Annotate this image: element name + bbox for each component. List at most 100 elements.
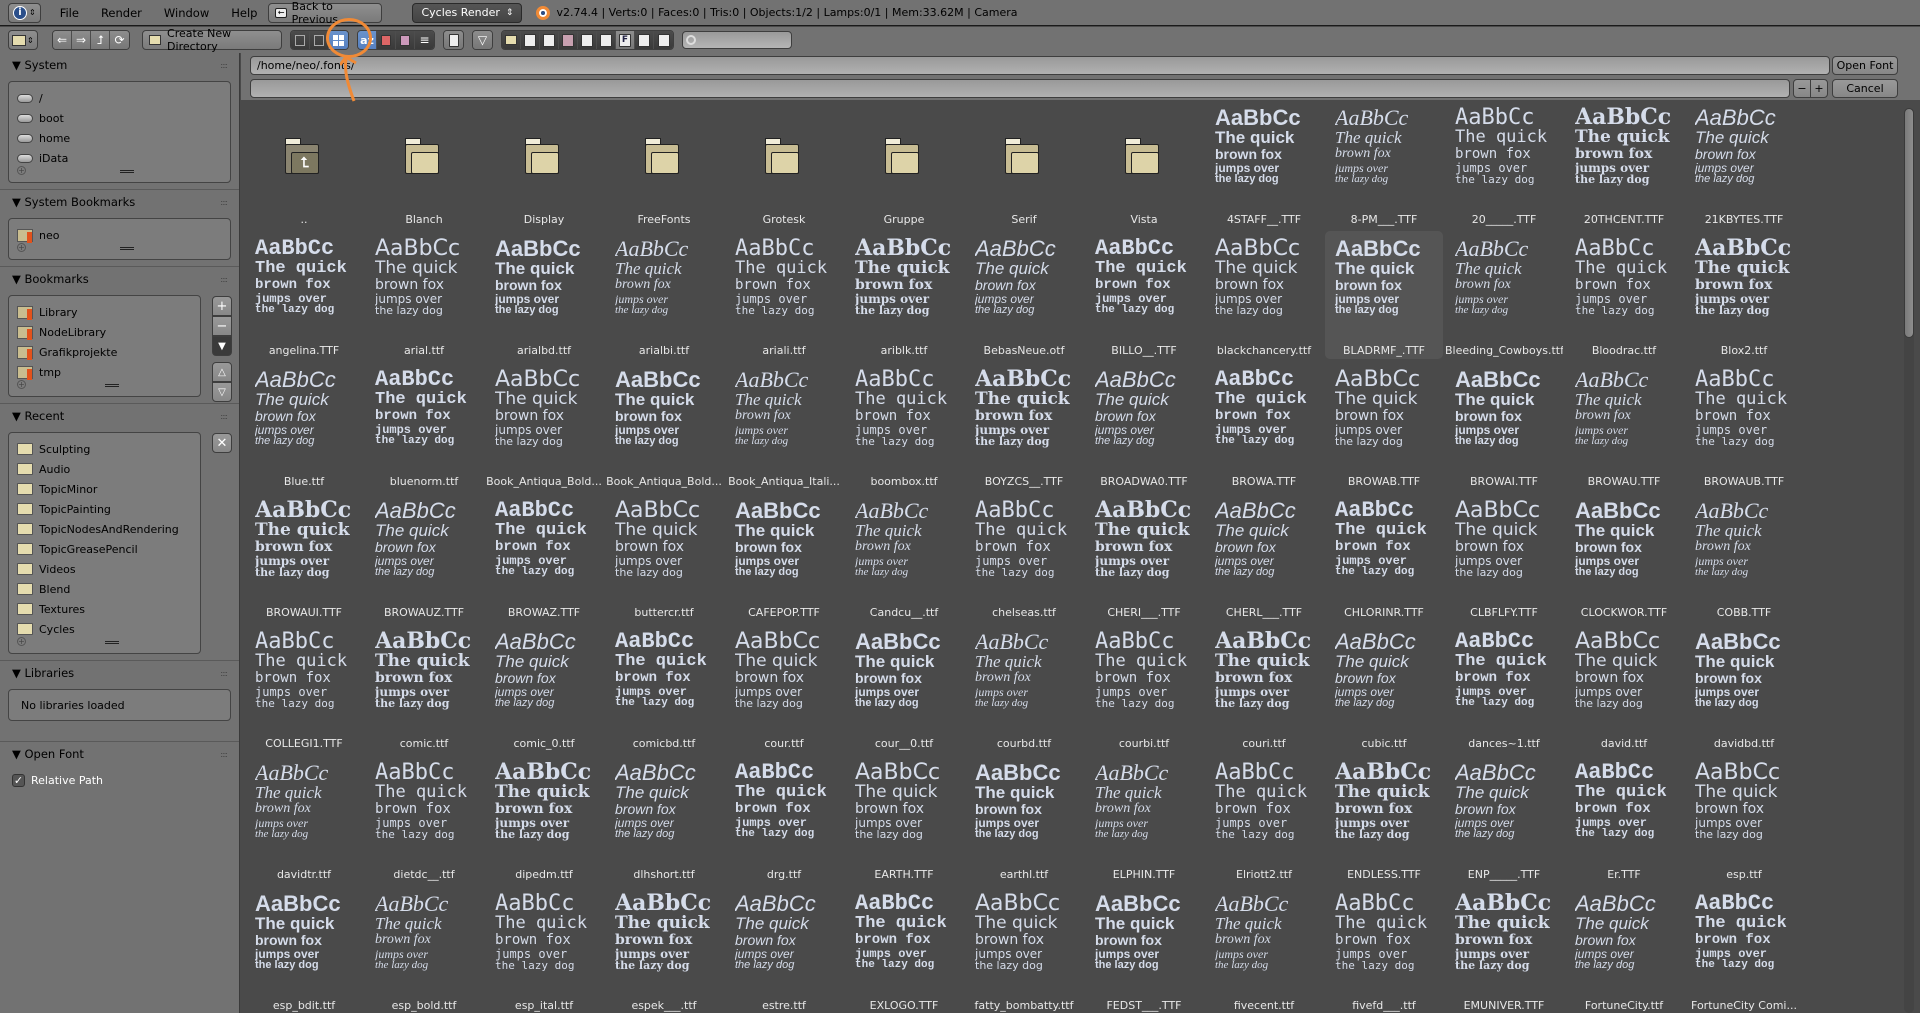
font-file-item[interactable]: AaBbCc The quick brown fox jumps over the la… — [965, 755, 1083, 883]
font-file-item[interactable]: AaBbCc The quick brown fox jumps over the la… — [1565, 231, 1683, 359]
font-file-item[interactable]: AaBbCc The quick brown fox jumps over the la… — [725, 362, 843, 490]
font-file-item[interactable]: AaBbCc The quick brown fox jumps over the la… — [485, 886, 603, 1013]
font-file-item[interactable]: AaBbCc The quick brown fox jumps over the la… — [1445, 231, 1563, 359]
font-file-item[interactable]: AaBbCc The quick brown fox jumps over the la… — [845, 231, 963, 359]
add-bookmark-button[interactable]: + — [212, 296, 232, 316]
font-file-item[interactable]: AaBbCc The quick brown fox jumps over the la… — [1565, 100, 1683, 228]
drag-grip-icon[interactable]: :::: — [220, 61, 228, 70]
font-file-item[interactable]: AaBbCc The quick brown fox jumps over the la… — [485, 493, 603, 621]
font-file-item[interactable]: AaBbCc The quick brown fox jumps over the la… — [1685, 886, 1803, 1013]
font-file-item[interactable]: AaBbCc The quick brown fox jumps over the la… — [1085, 755, 1203, 883]
filter-icon[interactable]: ▽ — [473, 31, 492, 49]
font-file-item[interactable]: AaBbCc The quick brown fox jumps over the la… — [965, 886, 1083, 1013]
filter-movie-icon[interactable] — [578, 31, 597, 49]
list-item[interactable]: TopicGreasePencil — [9, 539, 200, 559]
list-item[interactable]: / — [9, 88, 230, 108]
font-file-item[interactable]: AaBbCc The quick brown fox jumps over the la… — [1565, 493, 1683, 621]
list-item[interactable]: TopicMinor — [9, 479, 200, 499]
remove-bookmark-button[interactable]: − — [212, 316, 232, 336]
font-file-item[interactable]: AaBbCc The quick brown fox jumps over the la… — [1565, 362, 1683, 490]
font-file-item[interactable]: AaBbCc The quick brown fox jumps over the la… — [245, 493, 363, 621]
drag-grip-icon[interactable]: :::: — [220, 412, 228, 421]
font-file-item[interactable]: AaBbCc The quick brown fox jumps over the la… — [1325, 100, 1443, 228]
font-file-item[interactable]: AaBbCc The quick brown fox jumps over the la… — [1685, 231, 1803, 359]
filename-field[interactable] — [250, 79, 1790, 98]
font-file-item[interactable]: AaBbCc The quick brown fox jumps over the la… — [1685, 362, 1803, 490]
font-file-item[interactable]: AaBbCc The quick brown fox jumps over the la… — [1565, 886, 1683, 1013]
font-file-item[interactable]: AaBbCc The quick brown fox jumps over the la… — [1325, 362, 1443, 490]
font-file-item[interactable]: AaBbCc The quick brown fox jumps over the la… — [1205, 755, 1323, 883]
font-file-item[interactable]: AaBbCc The quick brown fox jumps over the la… — [1205, 624, 1323, 752]
font-file-item[interactable]: AaBbCc The quick brown fox jumps over the la… — [1445, 100, 1563, 228]
list-item[interactable]: neo — [9, 225, 230, 245]
font-file-item[interactable]: AaBbCc The quick brown fox jumps over the la… — [845, 362, 963, 490]
folder-item[interactable]: Blanch — [365, 100, 483, 228]
font-file-item[interactable]: AaBbCc The quick brown fox jumps over the la… — [245, 755, 363, 883]
font-file-item[interactable]: AaBbCc The quick brown fox jumps over the la… — [725, 231, 843, 359]
filter-image-icon[interactable] — [559, 31, 578, 49]
drag-grip-icon[interactable]: :::: — [220, 750, 228, 759]
font-file-item[interactable]: AaBbCc The quick brown fox jumps over the la… — [1325, 493, 1443, 621]
move-down-button[interactable]: ▽ — [212, 382, 232, 402]
short-list-icon[interactable] — [291, 31, 310, 49]
panel-header-open-font[interactable]: ▼ Open Font:::: — [0, 742, 239, 766]
filter-backup-icon[interactable] — [540, 31, 559, 49]
create-new-directory-button[interactable]: Create New Directory — [142, 27, 282, 53]
list-resize-handle[interactable] — [119, 247, 134, 250]
drag-grip-icon[interactable]: :::: — [220, 198, 228, 207]
panel-header-bookmarks[interactable]: ▼ Bookmarks:::: — [0, 267, 239, 291]
panel-header-system-bookmarks[interactable]: ▼ System Bookmarks:::: — [0, 190, 239, 214]
filter-folder-icon[interactable] — [502, 31, 521, 49]
font-file-item[interactable]: AaBbCc The quick brown fox jumps over the la… — [245, 624, 363, 752]
sort-extension-icon[interactable] — [377, 31, 396, 49]
font-file-item[interactable]: AaBbCc The quick brown fox jumps over the la… — [845, 886, 963, 1013]
font-file-item[interactable]: AaBbCc The quick brown fox jumps over the la… — [845, 493, 963, 621]
sort-size-icon[interactable]: ≡ — [415, 31, 434, 49]
list-item[interactable]: boot — [9, 108, 230, 128]
list-item[interactable]: home — [9, 128, 230, 148]
font-file-item[interactable]: AaBbCc The quick brown fox jumps over the la… — [1085, 624, 1203, 752]
font-file-item[interactable]: AaBbCc The quick brown fox jumps over the la… — [1205, 231, 1323, 359]
list-resize-handle[interactable] — [119, 170, 134, 173]
move-up-button[interactable]: △ — [212, 362, 232, 382]
list-item[interactable]: Cycles — [9, 619, 200, 639]
list-resize-handle[interactable] — [104, 384, 119, 387]
list-item[interactable]: Library — [9, 302, 200, 322]
list-item[interactable]: tmp — [9, 362, 200, 382]
font-file-item[interactable]: AaBbCc The quick brown fox jumps over the la… — [1205, 493, 1323, 621]
font-file-item[interactable]: AaBbCc The quick brown fox jumps over the la… — [1205, 362, 1323, 490]
font-file-item[interactable]: AaBbCc The quick brown fox jumps over the la… — [605, 624, 723, 752]
font-file-item[interactable]: AaBbCc The quick brown fox jumps over the la… — [725, 755, 843, 883]
font-file-item[interactable]: AaBbCc The quick brown fox jumps over the la… — [1325, 755, 1443, 883]
font-file-item[interactable]: AaBbCc The quick brown fox jumps over the la… — [965, 624, 1083, 752]
search-filter-input[interactable] — [682, 31, 792, 49]
font-file-item[interactable]: AaBbCc The quick brown fox jumps over the la… — [485, 231, 603, 359]
folder-item[interactable]: Vista — [1085, 100, 1203, 228]
font-file-item[interactable]: AaBbCc The quick brown fox jumps over the la… — [1445, 755, 1563, 883]
menu-render[interactable]: Render — [90, 6, 153, 20]
font-file-item[interactable]: AaBbCc The quick brown fox jumps over the la… — [1205, 100, 1323, 228]
font-file-item[interactable]: AaBbCc The quick brown fox jumps over the la… — [845, 624, 963, 752]
font-file-item[interactable]: AaBbCc The quick brown fox jumps over the la… — [1085, 493, 1203, 621]
list-item[interactable]: Sculpting — [9, 439, 200, 459]
back-arrow-icon[interactable]: ⇐ — [53, 31, 72, 49]
font-file-item[interactable]: AaBbCc The quick brown fox jumps over the la… — [1445, 493, 1563, 621]
font-file-item[interactable]: AaBbCc The quick brown fox jumps over the la… — [725, 886, 843, 1013]
font-file-item[interactable]: AaBbCc The quick brown fox jumps over the la… — [725, 624, 843, 752]
font-file-item[interactable]: AaBbCc The quick brown fox jumps over the la… — [1085, 231, 1203, 359]
long-list-icon[interactable] — [310, 31, 329, 49]
sort-alpha-icon[interactable]: az — [358, 31, 377, 49]
font-file-item[interactable]: AaBbCc The quick brown fox jumps over the la… — [365, 755, 483, 883]
font-file-item[interactable]: AaBbCc The quick brown fox jumps over the la… — [485, 755, 603, 883]
font-file-item[interactable]: AaBbCc The quick brown fox jumps over the la… — [1085, 362, 1203, 490]
panel-header-recent[interactable]: ▼ Recent:::: — [0, 404, 239, 428]
directory-field[interactable]: /home/neo/.fonts/ — [250, 56, 1830, 75]
panel-header-system[interactable]: ▼ System:::: — [0, 53, 239, 77]
forward-arrow-icon[interactable]: ⇒ — [72, 31, 91, 49]
font-file-item[interactable]: AaBbCc The quick brown fox jumps over the la… — [245, 231, 363, 359]
font-file-item[interactable]: AaBbCc The quick brown fox jumps over the la… — [1445, 362, 1563, 490]
font-file-item[interactable]: AaBbCc The quick brown fox jumps over the la… — [965, 493, 1083, 621]
cancel-button[interactable]: Cancel — [1832, 79, 1898, 98]
list-item[interactable]: TopicPainting — [9, 499, 200, 519]
font-file-item[interactable]: AaBbCc The quick brown fox jumps over the la… — [965, 362, 1083, 490]
